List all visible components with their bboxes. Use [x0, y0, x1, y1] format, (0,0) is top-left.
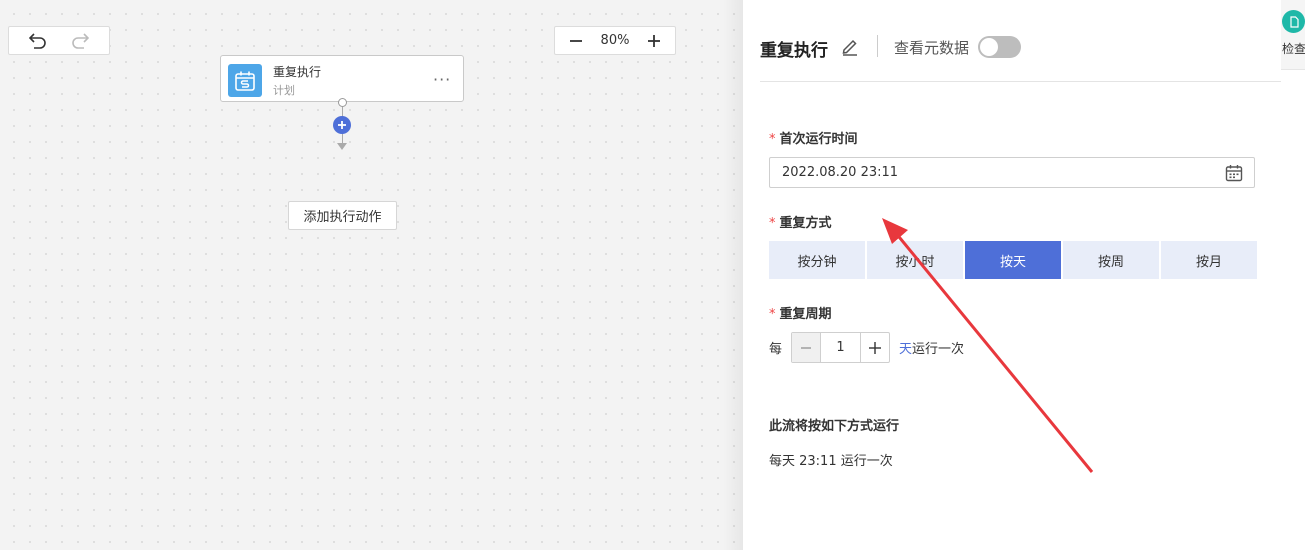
add-action-button[interactable]: 添加执行动作 — [288, 201, 397, 230]
period-suffix: 运行一次 — [912, 342, 965, 357]
period-value-input[interactable]: 1 — [821, 333, 860, 362]
mode-by-day[interactable]: 按天 — [965, 241, 1061, 279]
header-divider — [760, 81, 1281, 82]
required-mark: * — [769, 216, 776, 231]
period-unit: 天 — [899, 342, 913, 357]
plus-icon — [338, 121, 346, 129]
calendar-schedule-icon — [228, 64, 262, 97]
required-mark: * — [769, 307, 776, 322]
node-title: 重复执行 — [273, 65, 322, 79]
first-run-value: 2022.08.20 23:11 — [782, 165, 899, 180]
check-document-icon[interactable] — [1282, 10, 1305, 33]
side-toolbar — [1281, 0, 1305, 550]
first-run-label-text: 首次运行时间 — [779, 132, 858, 147]
mode-by-week[interactable]: 按周 — [1063, 241, 1159, 279]
redo-icon[interactable] — [69, 30, 91, 52]
edit-pencil-icon[interactable] — [840, 36, 860, 56]
first-run-datetime-input[interactable]: 2022.08.20 23:11 — [769, 157, 1255, 188]
canvas-edge-shadow — [723, 0, 743, 550]
zoom-in-icon[interactable] — [645, 32, 663, 50]
plus-icon — [869, 341, 882, 354]
title-divider — [877, 35, 878, 57]
first-run-label: * 首次运行时间 — [769, 128, 858, 147]
repeat-period-label-text: 重复周期 — [779, 307, 832, 322]
connector-arrow — [337, 143, 347, 150]
increment-button[interactable] — [860, 333, 889, 362]
trigger-node[interactable]: 重复执行 计划 ··· — [220, 55, 464, 102]
zoom-out-icon[interactable] — [567, 32, 585, 50]
add-step-button[interactable] — [333, 116, 351, 134]
view-metadata-toggle[interactable] — [978, 36, 1021, 58]
calendar-icon[interactable] — [1225, 164, 1243, 182]
mode-by-hour[interactable]: 按小时 — [867, 241, 963, 279]
view-metadata-label: 查看元数据 — [894, 39, 970, 57]
check-label[interactable]: 检查 — [1282, 40, 1305, 57]
toggle-knob — [980, 38, 998, 56]
zoom-level: 80% — [600, 33, 630, 48]
decrement-button[interactable] — [792, 333, 822, 362]
repeat-mode-label-text: 重复方式 — [779, 216, 832, 231]
history-toolbar — [8, 26, 110, 55]
mode-by-minute[interactable]: 按分钟 — [769, 241, 865, 279]
period-prefix: 每 — [769, 342, 783, 357]
repeat-period-label: * 重复周期 — [769, 303, 832, 322]
node-subtitle: 计划 — [273, 84, 295, 97]
connector-port[interactable] — [338, 98, 347, 107]
panel-title: 重复执行 — [760, 41, 828, 61]
properties-panel: 重复执行 查看元数据 * 首次运行时间 2022.08.20 23:11 * 重复方… — [743, 0, 1281, 550]
more-options-icon[interactable]: ··· — [433, 70, 451, 89]
required-mark: * — [769, 132, 776, 147]
repeat-mode-selector: 按分钟 按小时 按天 按周 按月 — [769, 241, 1257, 279]
minus-icon — [801, 346, 812, 349]
repeat-mode-label: * 重复方式 — [769, 212, 832, 231]
undo-icon[interactable] — [27, 30, 49, 52]
summary-text: 每天 23:11 运行一次 — [769, 454, 893, 469]
period-stepper: 1 — [791, 332, 891, 363]
zoom-control: 80% — [554, 26, 676, 55]
mode-by-month[interactable]: 按月 — [1161, 241, 1257, 279]
repeat-period-row: 每 1 天 运行一次 — [769, 332, 964, 363]
summary-title: 此流将按如下方式运行 — [769, 419, 900, 434]
